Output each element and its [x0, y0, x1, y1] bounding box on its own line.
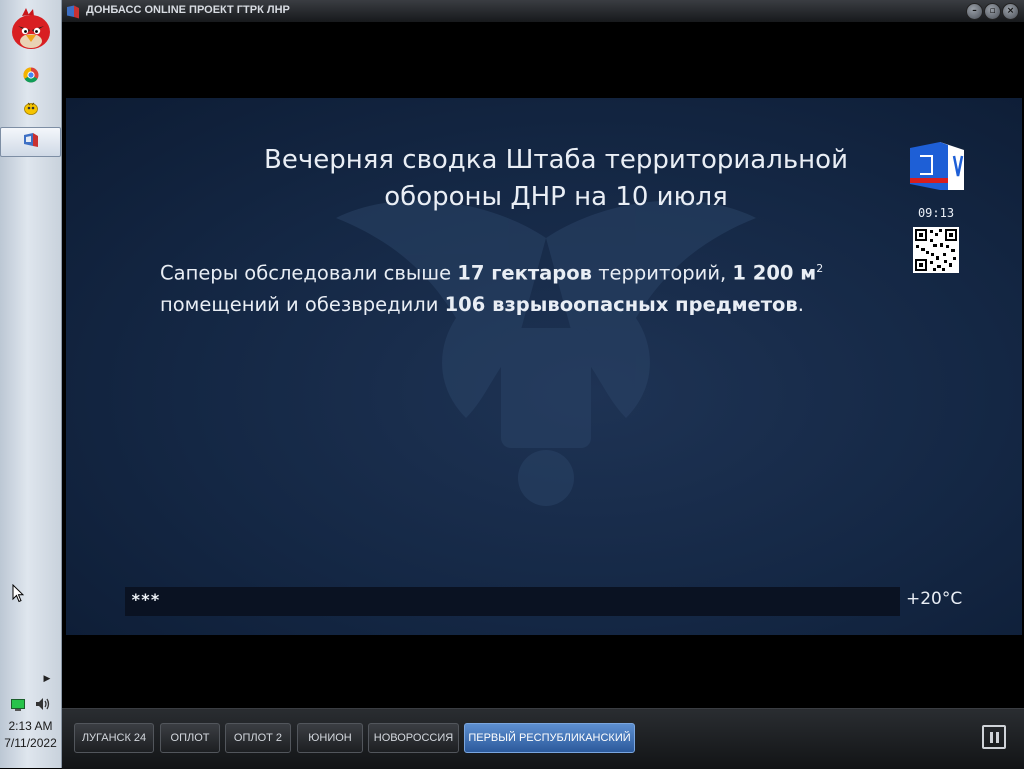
channel-button-oplot[interactable]: ОПЛОТ	[160, 723, 220, 753]
window-title: ДОНБАСС ONLINE ПРОЕКТ ГТРК ЛНР	[86, 4, 290, 16]
news-body: Саперы обследовали свыше 17 гектаров тер…	[160, 253, 880, 320]
news-body-line-2: помещений и обезвредили 106 взрывоопасны…	[160, 292, 804, 316]
ticker-text: ***	[131, 590, 160, 609]
close-icon[interactable]: ×	[1002, 3, 1019, 20]
clock-date: 7/11/2022	[4, 736, 57, 750]
tv-player-icon	[22, 132, 40, 152]
channel-clock: 09:13	[917, 206, 955, 220]
minimize-icon[interactable]: –	[966, 3, 983, 20]
pause-icon[interactable]	[982, 725, 1006, 749]
channel-logo-icon	[908, 140, 964, 192]
channel-button-perviy-respublikanskiy[interactable]: ПЕРВЫЙ РЕСПУБЛИКАНСКИЙ	[464, 723, 635, 753]
clock-time: 2:13 AM	[8, 719, 53, 733]
channel-button-lugansk-24[interactable]: ЛУГАНСК 24	[74, 723, 154, 753]
speaker-icon[interactable]	[35, 696, 51, 715]
app-icon	[66, 4, 80, 19]
title-bar: ДОНБАСС ONLINE ПРОЕКТ ГТРК ЛНР – ▫ ×	[62, 0, 1024, 23]
chrome-icon	[22, 67, 39, 87]
qr-code-icon	[913, 227, 959, 273]
headline-line-2: обороны ДНР на 10 июля	[384, 182, 728, 212]
headline-line-1: Вечерняя сводка Штаба территориальной	[264, 145, 848, 175]
angry-bird-icon[interactable]	[8, 6, 54, 52]
system-clock[interactable]: 2:13 AM 7/11/2022	[0, 718, 61, 752]
taskbar-item-pidgin[interactable]	[0, 95, 61, 125]
channel-button-oplot-2[interactable]: ОПЛОТ 2	[225, 723, 291, 753]
channel-button-union[interactable]: ЮНИОН	[297, 723, 363, 753]
maximize-icon[interactable]: ▫	[984, 3, 1001, 20]
taskbar-item-tv-player[interactable]	[0, 127, 61, 157]
video-frame[interactable]: Вечерняя сводка Штаба территориальной об…	[66, 98, 1022, 635]
news-body-line-1: Саперы обследовали свыше 17 гектаров тер…	[160, 261, 824, 285]
channel-button-novorossiya[interactable]: НОВОРОССИЯ	[368, 723, 459, 753]
coat-of-arms-watermark-icon	[336, 200, 756, 506]
mouse-cursor-icon	[12, 583, 25, 607]
network-icon[interactable]	[10, 696, 25, 715]
temperature: +20°C	[906, 589, 963, 609]
channel-bar: ЛУГАНСК 24 ОПЛОТ ОПЛОТ 2 ЮНИОН НОВОРОССИ…	[62, 708, 1024, 769]
news-ticker: ***	[125, 587, 900, 616]
headline: Вечерняя сводка Штаба территориальной об…	[226, 142, 886, 216]
taskbar: ▶ 2:13 AM 7/11/2022	[0, 0, 62, 768]
taskbar-item-chrome[interactable]	[0, 62, 61, 92]
system-tray	[0, 694, 61, 716]
tray-expand-icon[interactable]: ▶	[42, 672, 52, 686]
pidgin-icon	[23, 100, 39, 120]
